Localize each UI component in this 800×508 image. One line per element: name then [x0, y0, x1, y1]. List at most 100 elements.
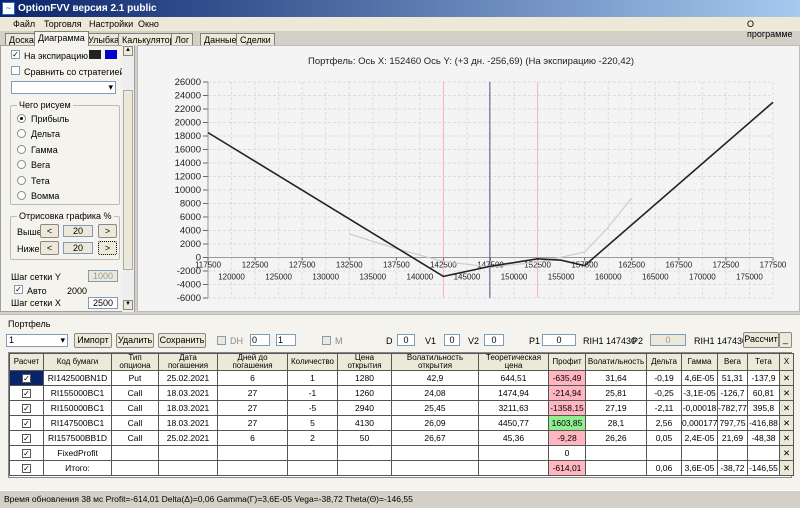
column-header[interactable]: X: [779, 353, 794, 371]
v2-input[interactable]: 0: [484, 334, 504, 346]
table-row[interactable]: ✓ Итого: -614,01 0,06 3,6E-05 -38,72 -146,55 ✕: [9, 460, 794, 476]
below-increase-button[interactable]: >: [98, 241, 117, 255]
calc-checkbox-cell[interactable]: ✓: [9, 370, 44, 386]
remove-row-button[interactable]: ✕: [779, 370, 794, 386]
calculate-button[interactable]: Рассчит: [743, 332, 779, 348]
calc-checkbox[interactable]: ✓: [22, 464, 31, 473]
y-tick-label: 8000: [180, 199, 201, 210]
column-header[interactable]: Волатильность открытия: [391, 353, 479, 371]
dh-spinner-1[interactable]: 0: [250, 334, 270, 346]
calc-checkbox[interactable]: ✓: [22, 419, 31, 428]
x-tick-label: 125000: [265, 273, 292, 282]
delete-button[interactable]: Удалить: [116, 333, 154, 348]
calc-checkbox-cell[interactable]: ✓: [9, 430, 44, 446]
scroll-down-icon[interactable]: ▼: [123, 300, 133, 310]
strategy-dropdown[interactable]: ▾: [11, 81, 116, 94]
calc-checkbox[interactable]: ✓: [22, 449, 31, 458]
remove-row-button[interactable]: ✕: [779, 460, 794, 476]
minimize-button[interactable]: _: [779, 332, 792, 348]
menu-settings[interactable]: Настройки: [89, 19, 133, 29]
below-value[interactable]: 20: [63, 242, 93, 254]
calc-checkbox-cell[interactable]: ✓: [9, 415, 44, 431]
table-row[interactable]: ✓ RI142500BN1D Put 25.02.2021 6 1 1280 42,9 644,…: [9, 370, 794, 386]
column-header[interactable]: Цена открытия: [337, 353, 392, 371]
radio-delta[interactable]: [17, 129, 26, 138]
calc-checkbox-cell[interactable]: ✓: [9, 445, 44, 461]
d-input[interactable]: 0: [397, 334, 415, 346]
tab-diagram[interactable]: Диаграмма: [34, 31, 89, 46]
render-group-title: Отрисовка графика %: [17, 211, 114, 221]
menu-file[interactable]: Файл: [13, 19, 35, 29]
column-header[interactable]: Расчет: [9, 353, 44, 371]
calc-checkbox[interactable]: ✓: [22, 434, 31, 443]
scroll-thumb[interactable]: [123, 90, 133, 270]
column-header[interactable]: Тип опциона: [111, 353, 159, 371]
column-header[interactable]: Гамма: [681, 353, 718, 371]
column-header[interactable]: Профит: [548, 353, 586, 371]
auto-checkbox[interactable]: ✓: [14, 285, 23, 294]
radio-vomma[interactable]: [17, 191, 26, 200]
cell-price: 2940: [337, 400, 392, 416]
cell-theor: 45,36: [478, 430, 549, 446]
radio-profit[interactable]: [17, 114, 26, 123]
remove-row-button[interactable]: ✕: [779, 400, 794, 416]
calc-checkbox[interactable]: ✓: [22, 389, 31, 398]
cell-profit: -614,01: [548, 460, 586, 476]
p1-input[interactable]: 0: [542, 334, 576, 346]
menu-trading[interactable]: Торговля: [44, 19, 82, 29]
scroll-up-icon[interactable]: ▲: [123, 46, 133, 56]
table-row[interactable]: ✓ RI155000BC1 Call 18.03.2021 27 -1 1260 24,08 1…: [9, 385, 794, 401]
table-row[interactable]: ✓ FixedProfit 0 ✕: [9, 445, 794, 461]
column-header[interactable]: Количество: [287, 353, 338, 371]
radio-gamma[interactable]: [17, 145, 26, 154]
below-decrease-button[interactable]: <: [40, 241, 59, 255]
expiry-checkbox[interactable]: ✓: [11, 50, 20, 59]
save-button[interactable]: Сохранить: [158, 333, 206, 348]
dh-spinner-2[interactable]: 1: [276, 334, 296, 346]
p2-input[interactable]: 0: [650, 334, 686, 346]
calc-checkbox-cell[interactable]: ✓: [9, 400, 44, 416]
radio-theta[interactable]: [17, 176, 26, 185]
table-row[interactable]: ✓ RI157500BB1D Call 25.02.2021 6 2 50 26,67 45,3…: [9, 430, 794, 446]
above-increase-button[interactable]: >: [98, 224, 117, 238]
calc-checkbox-cell[interactable]: ✓: [9, 385, 44, 401]
dh-checkbox[interactable]: [217, 336, 226, 345]
m-checkbox[interactable]: [322, 336, 331, 345]
v1-input[interactable]: 0: [444, 334, 460, 346]
remove-row-button[interactable]: ✕: [779, 385, 794, 401]
above-decrease-button[interactable]: <: [40, 224, 59, 238]
calc-checkbox[interactable]: ✓: [22, 404, 31, 413]
y-tick-label: -6000: [177, 293, 201, 304]
column-header[interactable]: Тета: [747, 353, 780, 371]
chart-plot[interactable]: 26000 24000 22000 20000 18000 16000 14000 12000…: [138, 46, 800, 313]
import-button[interactable]: Импорт: [74, 333, 112, 348]
menu-about[interactable]: О программе: [747, 19, 800, 39]
grid-x-input[interactable]: 2500: [88, 297, 118, 309]
cell-price: [337, 460, 392, 476]
remove-row-button[interactable]: ✕: [779, 445, 794, 461]
menu-window[interactable]: Окно: [138, 19, 159, 29]
grid-y-input[interactable]: 1000: [88, 270, 118, 282]
remove-row-button[interactable]: ✕: [779, 415, 794, 431]
column-header[interactable]: Дней до погашения: [217, 353, 288, 371]
column-header[interactable]: Теоретическая цена: [478, 353, 549, 371]
table-row[interactable]: ✓ RI150000BC1 Call 18.03.2021 27 -5 2940 25,45 3…: [9, 400, 794, 416]
column-header[interactable]: Дельта: [646, 353, 682, 371]
payoff-chart[interactable]: Портфель: Ось X: 152460 Ось Y: (+3 дн. -…: [137, 45, 800, 312]
column-header[interactable]: Волатильность: [585, 353, 647, 371]
above-value[interactable]: 20: [63, 225, 93, 237]
current-color-swatch[interactable]: [105, 50, 117, 59]
remove-row-button[interactable]: ✕: [779, 430, 794, 446]
column-header[interactable]: Дата погашения: [158, 353, 218, 371]
portfolio-selector[interactable]: 1 ▾: [6, 334, 68, 347]
radio-vega[interactable]: [17, 160, 26, 169]
expiry-color-swatch[interactable]: [89, 50, 101, 59]
portfolio-title: Портфель: [8, 319, 51, 329]
column-header[interactable]: Код бумаги: [43, 353, 112, 371]
table-row[interactable]: ✓ RI147500BC1 Call 18.03.2021 27 5 4130 26,09 44…: [9, 415, 794, 431]
left-panel-scrollbar[interactable]: ▲ ▼: [122, 45, 134, 312]
calc-checkbox-cell[interactable]: ✓: [9, 460, 44, 476]
column-header[interactable]: Вега: [717, 353, 748, 371]
calc-checkbox[interactable]: ✓: [22, 374, 31, 383]
compare-checkbox[interactable]: [11, 66, 20, 75]
